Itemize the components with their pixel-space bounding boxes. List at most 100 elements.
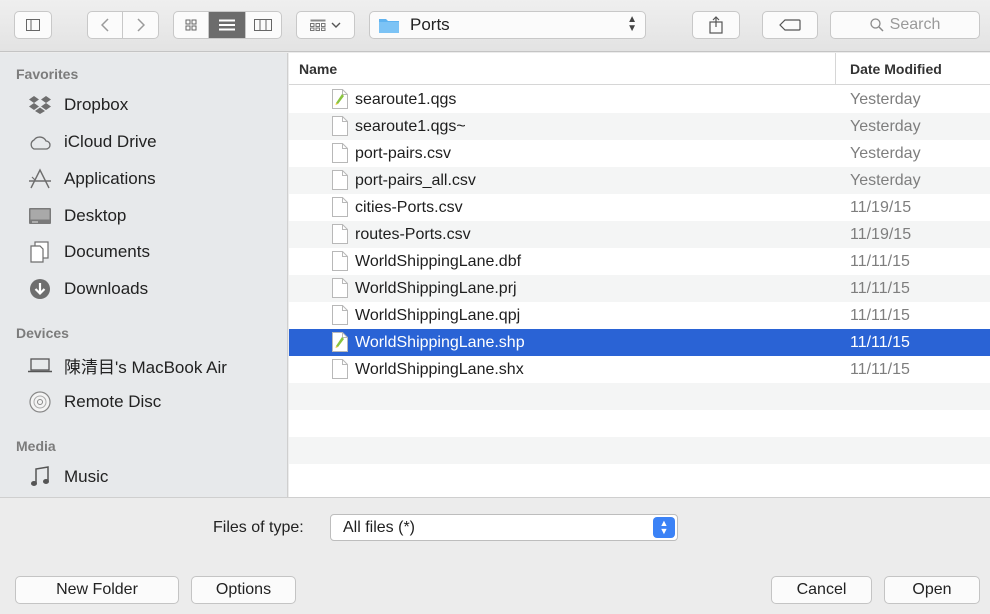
file-icon — [332, 224, 348, 244]
sidebar-item-desktop[interactable]: Desktop — [26, 201, 276, 231]
file-icon — [332, 143, 348, 163]
column-header-name[interactable]: Name — [299, 61, 337, 77]
chevron-left-icon — [101, 18, 109, 32]
file-name: WorldShippingLane.dbf — [355, 253, 522, 270]
files-of-type-value: All files (*) — [343, 519, 416, 536]
file-row[interactable]: WorldShippingLane.shx 11/11/15 — [289, 356, 990, 383]
list-view-button[interactable] — [209, 12, 246, 38]
sidebar-heading-devices: Devices — [16, 325, 69, 341]
sidebar-item-label: Dropbox — [64, 95, 129, 114]
file-icon — [332, 359, 348, 379]
file-icon — [332, 116, 348, 136]
bottom-panel: Files of type: All files (*) ▲ ▼ New Fold… — [0, 497, 990, 614]
view-mode-control — [173, 11, 282, 39]
chevron-right-icon — [136, 18, 145, 32]
file-row[interactable]: cities-Ports.csv 11/19/15 — [289, 194, 990, 221]
applications-icon — [26, 167, 54, 191]
file-date: Yesterday — [850, 91, 921, 108]
cancel-button[interactable]: Cancel — [771, 576, 872, 604]
sidebar-item-downloads[interactable]: Downloads — [26, 274, 276, 304]
file-date: Yesterday — [850, 118, 921, 135]
file-row[interactable]: WorldShippingLane.shp 11/11/15 — [289, 329, 990, 356]
file-row[interactable]: port-pairs_all.csv Yesterday — [289, 167, 990, 194]
location-popup[interactable]: Ports ▲ ▼ — [369, 11, 646, 39]
file-row[interactable]: routes-Ports.csv 11/19/15 — [289, 221, 990, 248]
sidebar-item-music[interactable]: Music — [26, 462, 276, 492]
nav-buttons — [87, 11, 159, 39]
file-row[interactable]: WorldShippingLane.qpj 11/11/15 — [289, 302, 990, 329]
open-button[interactable]: Open — [884, 576, 980, 604]
file-row[interactable]: searoute1.qgs Yesterday — [289, 86, 990, 113]
documents-icon — [26, 240, 54, 264]
sidebar-icon — [26, 19, 40, 31]
file-icon — [332, 197, 348, 217]
file-name: WorldShippingLane.shp — [355, 334, 525, 351]
qgis-file-icon — [332, 89, 348, 109]
file-icon — [332, 251, 348, 271]
empty-row — [289, 437, 990, 464]
sidebar: Favorites Dropbox iCloud Drive Applicati… — [0, 53, 288, 497]
column-header-date[interactable]: Date Modified — [835, 53, 990, 85]
popup-arrows-icon: ▲ ▼ — [627, 14, 637, 34]
sidebar-heading-media: Media — [16, 438, 56, 454]
tag-icon — [779, 19, 801, 31]
file-date: 11/11/15 — [850, 253, 910, 270]
folder-icon — [379, 19, 399, 33]
toolbar: Ports ▲ ▼ Search — [0, 0, 990, 52]
file-row[interactable]: WorldShippingLane.dbf 11/11/15 — [289, 248, 990, 275]
options-button[interactable]: Options — [191, 576, 296, 604]
sidebar-item-icloud-drive[interactable]: iCloud Drive — [26, 127, 276, 157]
sidebar-item-label: iCloud Drive — [64, 132, 157, 151]
file-name: searoute1.qgs~ — [355, 118, 466, 135]
file-date: 11/11/15 — [850, 280, 910, 297]
back-button[interactable] — [88, 12, 124, 38]
file-name: port-pairs_all.csv — [355, 172, 476, 189]
sidebar-item-label: Music — [64, 467, 109, 486]
chevron-down-icon — [331, 22, 341, 28]
sidebar-item-dropbox[interactable]: Dropbox — [26, 90, 276, 120]
location-label: Ports — [410, 15, 450, 34]
forward-button[interactable] — [123, 12, 158, 38]
file-row[interactable]: WorldShippingLane.prj 11/11/15 — [289, 275, 990, 302]
file-list: Name Date Modified searoute1.qgs Yesterda… — [289, 53, 990, 497]
file-name: WorldShippingLane.prj — [355, 280, 517, 297]
arrange-button[interactable] — [296, 11, 355, 39]
file-icon — [332, 170, 348, 190]
downloads-icon — [26, 277, 54, 301]
files-of-type-label: Files of type: — [213, 519, 304, 536]
sidebar-item-remote-disc[interactable]: Remote Disc — [26, 387, 276, 417]
laptop-icon — [26, 353, 54, 377]
tag-button[interactable] — [762, 11, 818, 39]
file-name: WorldShippingLane.shx — [355, 361, 524, 378]
file-rows: searoute1.qgs Yesterday searoute1.qgs~ Yest… — [289, 86, 990, 491]
column-view-icon — [254, 19, 273, 31]
file-icon — [332, 278, 348, 298]
sidebar-item-documents[interactable]: Documents — [26, 237, 276, 267]
share-icon — [709, 16, 723, 34]
file-row[interactable]: port-pairs.csv Yesterday — [289, 140, 990, 167]
sidebar-item-label: Documents — [64, 242, 150, 261]
list-view-icon — [219, 19, 235, 31]
new-folder-button[interactable]: New Folder — [15, 576, 179, 604]
sidebar-item-label: Applications — [64, 169, 156, 188]
search-icon — [869, 18, 884, 32]
search-field[interactable]: Search — [830, 11, 980, 39]
file-name: WorldShippingLane.qpj — [355, 307, 521, 324]
select-arrows-icon: ▲ ▼ — [653, 517, 675, 538]
qgis-file-icon — [332, 332, 348, 352]
empty-row — [289, 410, 990, 437]
file-date: 11/11/15 — [850, 307, 910, 324]
share-button[interactable] — [692, 11, 740, 39]
search-placeholder: Search — [889, 16, 941, 33]
sidebar-item-label: Downloads — [64, 279, 149, 298]
sidebar-item-macbook[interactable]: 陳清目's MacBook Air — [26, 350, 276, 380]
cloud-icon — [26, 130, 54, 154]
icon-view-button[interactable] — [174, 12, 210, 38]
arrange-icon — [310, 19, 326, 31]
files-of-type-select[interactable]: All files (*) ▲ ▼ — [330, 514, 678, 541]
column-view-button[interactable] — [246, 12, 281, 38]
sidebar-toggle-button[interactable] — [14, 11, 52, 39]
file-row[interactable]: searoute1.qgs~ Yesterday — [289, 113, 990, 140]
sidebar-item-label: Remote Disc — [64, 392, 162, 411]
sidebar-item-applications[interactable]: Applications — [26, 164, 276, 194]
